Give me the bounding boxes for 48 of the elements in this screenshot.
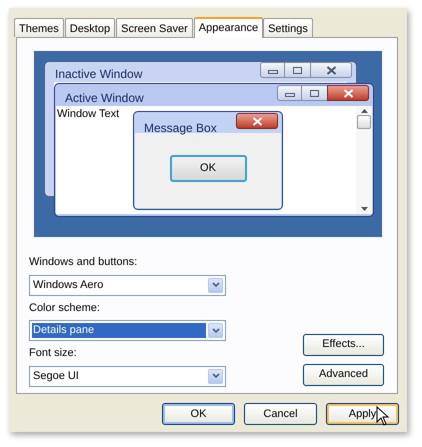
scroll-down-icon (360, 207, 368, 211)
dropdown[interactable]: Details pane (29, 320, 226, 341)
chevron-down-icon (212, 328, 220, 334)
dropdown-arrow-button[interactable] (208, 323, 223, 338)
mouse-cursor-icon (376, 406, 390, 427)
scroll-up-icon (360, 109, 368, 113)
side-button[interactable]: Advanced (303, 364, 384, 386)
minimize-button[interactable] (277, 85, 302, 101)
scroll-thumb[interactable] (357, 115, 371, 129)
dialog-button[interactable]: Cancel (244, 403, 317, 425)
dropdown-value: Segoe UI (33, 368, 79, 384)
dialog-button[interactable]: Apply (326, 403, 399, 425)
close-icon (342, 88, 354, 98)
tab[interactable]: Desktop (64, 18, 116, 37)
dropdown[interactable]: Segoe UI (29, 366, 226, 386)
window-title: Inactive Window (55, 66, 142, 82)
dropdown-arrow-button[interactable] (208, 368, 223, 384)
maximize-button[interactable] (285, 62, 310, 78)
dropdown-value: Details pane (33, 323, 94, 338)
minimize-icon (268, 70, 278, 74)
tab[interactable]: Settings (263, 18, 313, 37)
chevron-down-icon (212, 282, 220, 288)
tab[interactable]: Appearance (194, 17, 264, 38)
field-label: Windows and buttons: (29, 255, 138, 270)
ok-button[interactable]: OK (170, 155, 246, 182)
maximize-icon (310, 90, 319, 96)
dropdown-arrow-button[interactable] (208, 278, 223, 292)
tab[interactable]: Themes (14, 18, 64, 37)
chevron-down-icon (212, 373, 220, 379)
window-title: Message Box (144, 120, 217, 133)
close-button[interactable] (310, 62, 352, 78)
close-button[interactable] (327, 85, 369, 101)
tab[interactable]: Screen Saver (116, 18, 193, 37)
minimize-button[interactable] (260, 62, 285, 78)
minimize-icon (284, 93, 294, 97)
close-icon (326, 66, 336, 74)
field-label: Color scheme: (29, 300, 101, 316)
close-button[interactable] (236, 113, 278, 129)
field-label: Font size: (29, 346, 78, 361)
window-title: Active Window (65, 90, 144, 106)
maximize-icon (293, 66, 302, 74)
dropdown[interactable]: Windows Aero (29, 274, 226, 296)
side-button[interactable]: Effects... (303, 334, 384, 356)
close-icon (252, 116, 262, 126)
dropdown-value: Windows Aero (33, 278, 104, 293)
maximize-button[interactable] (302, 85, 327, 101)
window-text: Window Text (57, 108, 120, 120)
dialog-button[interactable]: OK (162, 403, 235, 425)
